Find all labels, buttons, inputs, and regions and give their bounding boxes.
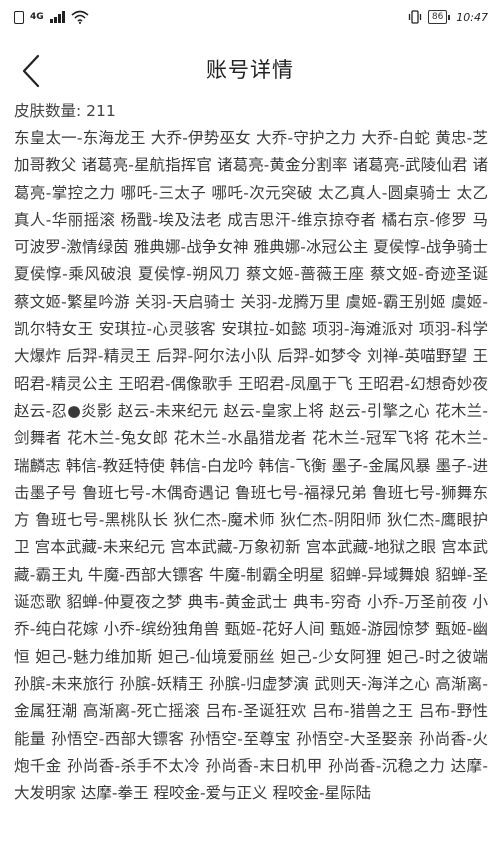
signal-strength-icon	[49, 11, 65, 23]
vibrate-icon	[408, 10, 421, 24]
status-bar: 4G 86 10:47	[0, 0, 500, 34]
status-right: 86 10:47	[408, 9, 488, 25]
battery-icon: 86	[427, 10, 451, 24]
status-left: 4G	[14, 10, 89, 24]
nav-bar: 账号详情	[0, 34, 500, 96]
sim-card-icon	[14, 10, 24, 24]
account-details-content: 皮肤数量: 211 东皇太一-东海龙王 大乔-伊势巫女 大乔-守护之力 大乔-白…	[14, 99, 488, 807]
wifi-icon	[71, 10, 89, 24]
skin-count-label: 皮肤数量: 211	[14, 102, 116, 120]
status-clock: 10:47	[456, 10, 488, 24]
battery-level: 86	[427, 10, 448, 24]
skin-list-text: 东皇太一-东海龙王 大乔-伊势巫女 大乔-守护之力 大乔-白蛇 黄忠-芝加哥教父…	[14, 129, 488, 803]
page-title: 账号详情	[206, 58, 294, 82]
network-type-label: 4G	[30, 11, 44, 22]
